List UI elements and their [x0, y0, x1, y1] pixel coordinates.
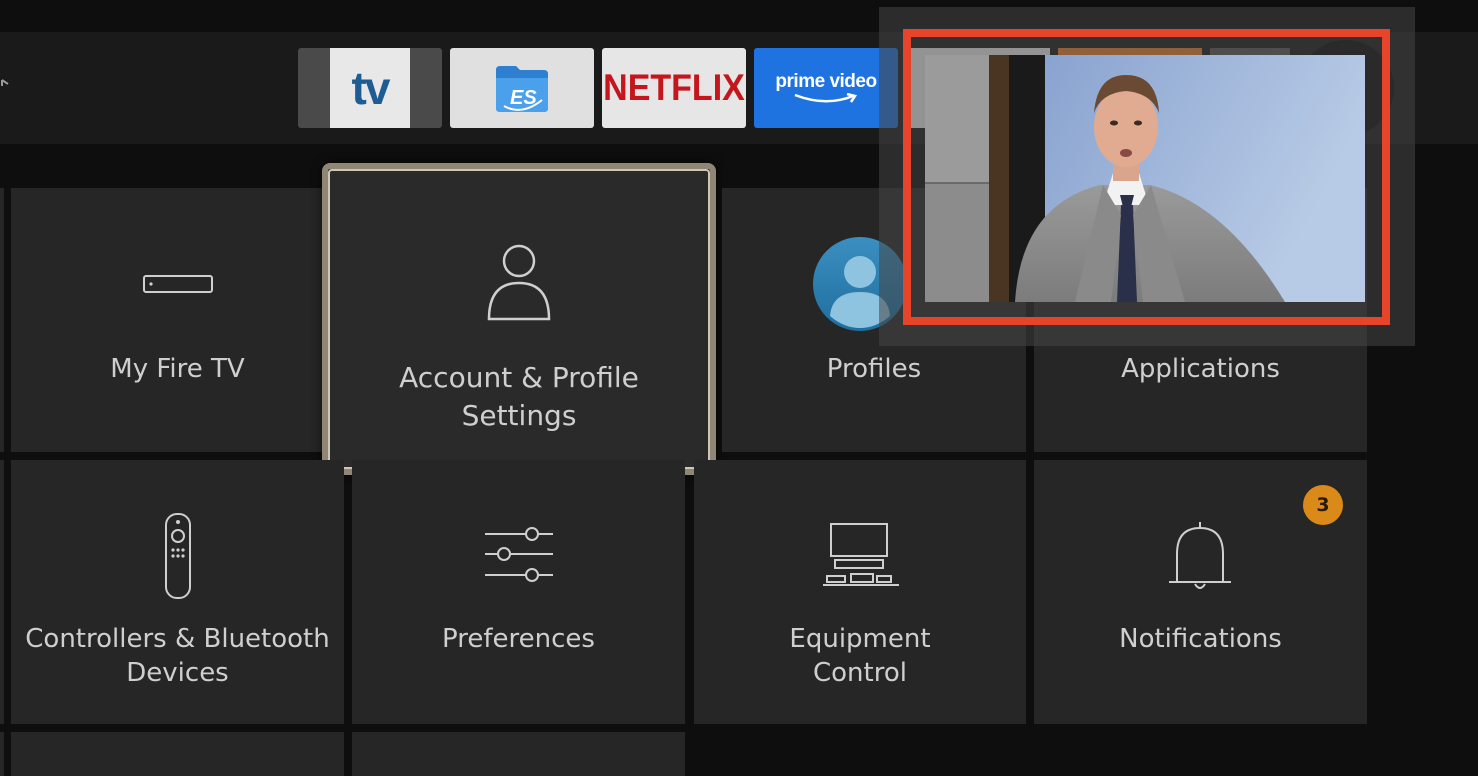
- app-tile-es-file-explorer[interactable]: ES: [450, 48, 594, 128]
- tile-preferences[interactable]: Preferences: [352, 460, 685, 724]
- equipment-label-line2: Control: [813, 658, 907, 688]
- account-label-line1: Account & Profile: [399, 361, 639, 394]
- account-label-line2: Settings: [461, 399, 577, 432]
- profiles-label: Profiles: [826, 354, 922, 384]
- person-icon: [487, 244, 551, 321]
- tile-row3-1[interactable]: [11, 732, 344, 776]
- tile-equipment-control[interactable]: Equipment Control: [694, 460, 1026, 724]
- app-tile-prime-video[interactable]: prime video: [754, 48, 898, 128]
- equipment-icon: [823, 523, 899, 586]
- tile-account-profile-settings[interactable]: Account & Profile Settings: [322, 163, 716, 475]
- es-file-explorer-icon: ES: [496, 66, 548, 112]
- notification-count-badge: 3: [1303, 485, 1343, 525]
- notifications-label: Notifications: [1119, 624, 1282, 654]
- controllers-label-line1: Controllers & Bluetooth: [25, 624, 330, 654]
- grid-edge-left-2: [0, 460, 4, 724]
- app-tile-tv[interactable]: tv: [298, 48, 442, 128]
- tile-controllers-bluetooth[interactable]: Controllers & Bluetooth Devices: [11, 460, 344, 724]
- grid-edge-left-1: [0, 188, 4, 452]
- remote-control-icon: [165, 513, 191, 599]
- sliders-icon: [485, 527, 553, 582]
- grid-edge-left-3: [0, 732, 4, 776]
- app-tile-netflix[interactable]: NETFLIX: [602, 48, 746, 128]
- pip-video-window[interactable]: [925, 55, 1365, 302]
- controllers-label-line2: Devices: [126, 658, 229, 688]
- tile-my-fire-tv[interactable]: My Fire TV: [11, 188, 344, 452]
- news-anchor-video-frame: [925, 55, 1365, 302]
- tile-row3-2[interactable]: [352, 732, 685, 776]
- prime-video-label: prime video: [775, 71, 877, 92]
- equipment-label-line1: Equipment: [789, 624, 931, 654]
- tv-app-label: tv: [351, 62, 391, 114]
- fire-tv-device-icon: [143, 275, 213, 293]
- bell-icon: [1169, 522, 1231, 589]
- netflix-label: NETFLIX: [603, 66, 745, 109]
- preferences-label: Preferences: [442, 624, 595, 654]
- back-arrow-icon[interactable]: [0, 78, 16, 98]
- amazon-smile-icon: [794, 93, 858, 103]
- my-fire-tv-label: My Fire TV: [110, 354, 245, 384]
- applications-label: Applications: [1121, 354, 1280, 384]
